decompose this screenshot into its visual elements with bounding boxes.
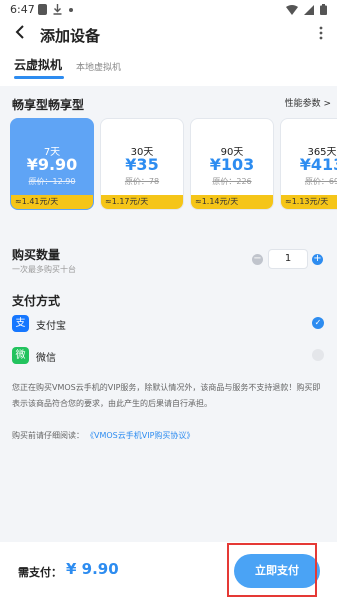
wechat-icon: 微 [12, 347, 29, 364]
tab-bar: 云虚拟机 本地虚拟机 [0, 52, 337, 84]
plan-price: ¥35 [125, 155, 159, 174]
signal-icon [304, 4, 314, 15]
dot-icon [69, 8, 73, 12]
back-arrow-icon[interactable] [14, 24, 28, 40]
payment-label: 支付宝 [36, 321, 66, 332]
plan-title: 畅享型畅享型 [12, 98, 85, 112]
alipay-icon: 支 [12, 315, 29, 332]
plan-original-price: 原价：12.90 [28, 177, 76, 186]
quantity-increase-button[interactable]: + [312, 254, 323, 265]
radio-selected[interactable]: ✓ [312, 317, 324, 329]
plan-card-30d[interactable]: 30天 ¥35 原价：78 ≈1.17元/天 [100, 118, 184, 210]
payment-option-alipay[interactable]: 支 支付宝 ✓ [12, 314, 324, 334]
quantity-decrease-button[interactable]: − [252, 254, 263, 265]
plan-cards: 7天 ¥9.90 原价：12.90 ≈1.41元/天 30天 ¥35 原价：78… [10, 118, 337, 210]
radio-unselected[interactable] [312, 349, 324, 361]
page-title: 添加设备 [40, 27, 101, 45]
payment-title: 支付方式 [12, 294, 61, 308]
plan-card-7d[interactable]: 7天 ¥9.90 原价：12.90 ≈1.41元/天 [10, 118, 94, 210]
purchase-notice: 您正在购买VMOS云手机的VIP服务，除默认情况外，该商品与服务不支持退款！购买… [12, 383, 321, 408]
payment-label: 微信 [36, 353, 56, 364]
performance-params-link[interactable]: 性能参数 > [285, 96, 331, 109]
status-time: 6:47 [10, 3, 35, 16]
plan-price: ¥103 [209, 155, 255, 174]
agreement-link[interactable]: 《VMOS云手机VIP购买协议》 [90, 431, 194, 440]
tab-cloud-vm[interactable]: 云虚拟机 [14, 56, 62, 73]
quantity-input[interactable]: 1 [268, 249, 308, 269]
highlight-box [227, 543, 317, 597]
quantity-subtitle: 一次最多购买十台 [12, 265, 76, 274]
tab-active-indicator [14, 76, 64, 79]
plan-per-day: ≈1.17元/天 [101, 195, 183, 209]
quantity-title: 购买数量 [12, 248, 61, 262]
plan-original-price: 原价：226 [212, 177, 252, 186]
plan-price: ¥413 [299, 155, 337, 174]
status-left-icons [38, 4, 74, 15]
plan-per-day: ≈1.13元/天 [281, 195, 337, 209]
agreement-line: 购买前请仔细阅读： 《VMOS云手机VIP购买协议》 [12, 430, 194, 441]
more-vertical-icon[interactable] [319, 25, 323, 41]
notification-icon [38, 4, 47, 15]
plan-per-day: ≈1.14元/天 [191, 195, 273, 209]
status-bar: 6:47 [0, 0, 337, 20]
need-pay-label: 需支付： [18, 566, 62, 579]
download-icon [53, 4, 62, 15]
pay-amount: ¥ 9.90 [66, 560, 119, 578]
plan-per-day: ≈1.41元/天 [11, 195, 93, 209]
plan-original-price: 原价：69 [304, 177, 337, 186]
battery-icon [320, 4, 327, 15]
wifi-icon [286, 4, 298, 15]
status-right-icons [286, 4, 327, 15]
tab-local-vm[interactable]: 本地虚拟机 [76, 60, 121, 73]
plan-original-price: 原价：78 [124, 177, 160, 186]
plan-price: ¥9.90 [26, 155, 78, 174]
payment-option-wechat[interactable]: 微 微信 [12, 346, 324, 366]
agreement-prefix: 购买前请仔细阅读： [12, 431, 84, 440]
plan-card-365d[interactable]: 365天 ¥413 原价：69 ≈1.13元/天 [280, 118, 337, 210]
plan-card-90d[interactable]: 90天 ¥103 原价：226 ≈1.14元/天 [190, 118, 274, 210]
top-bar: 添加设备 [0, 20, 337, 50]
